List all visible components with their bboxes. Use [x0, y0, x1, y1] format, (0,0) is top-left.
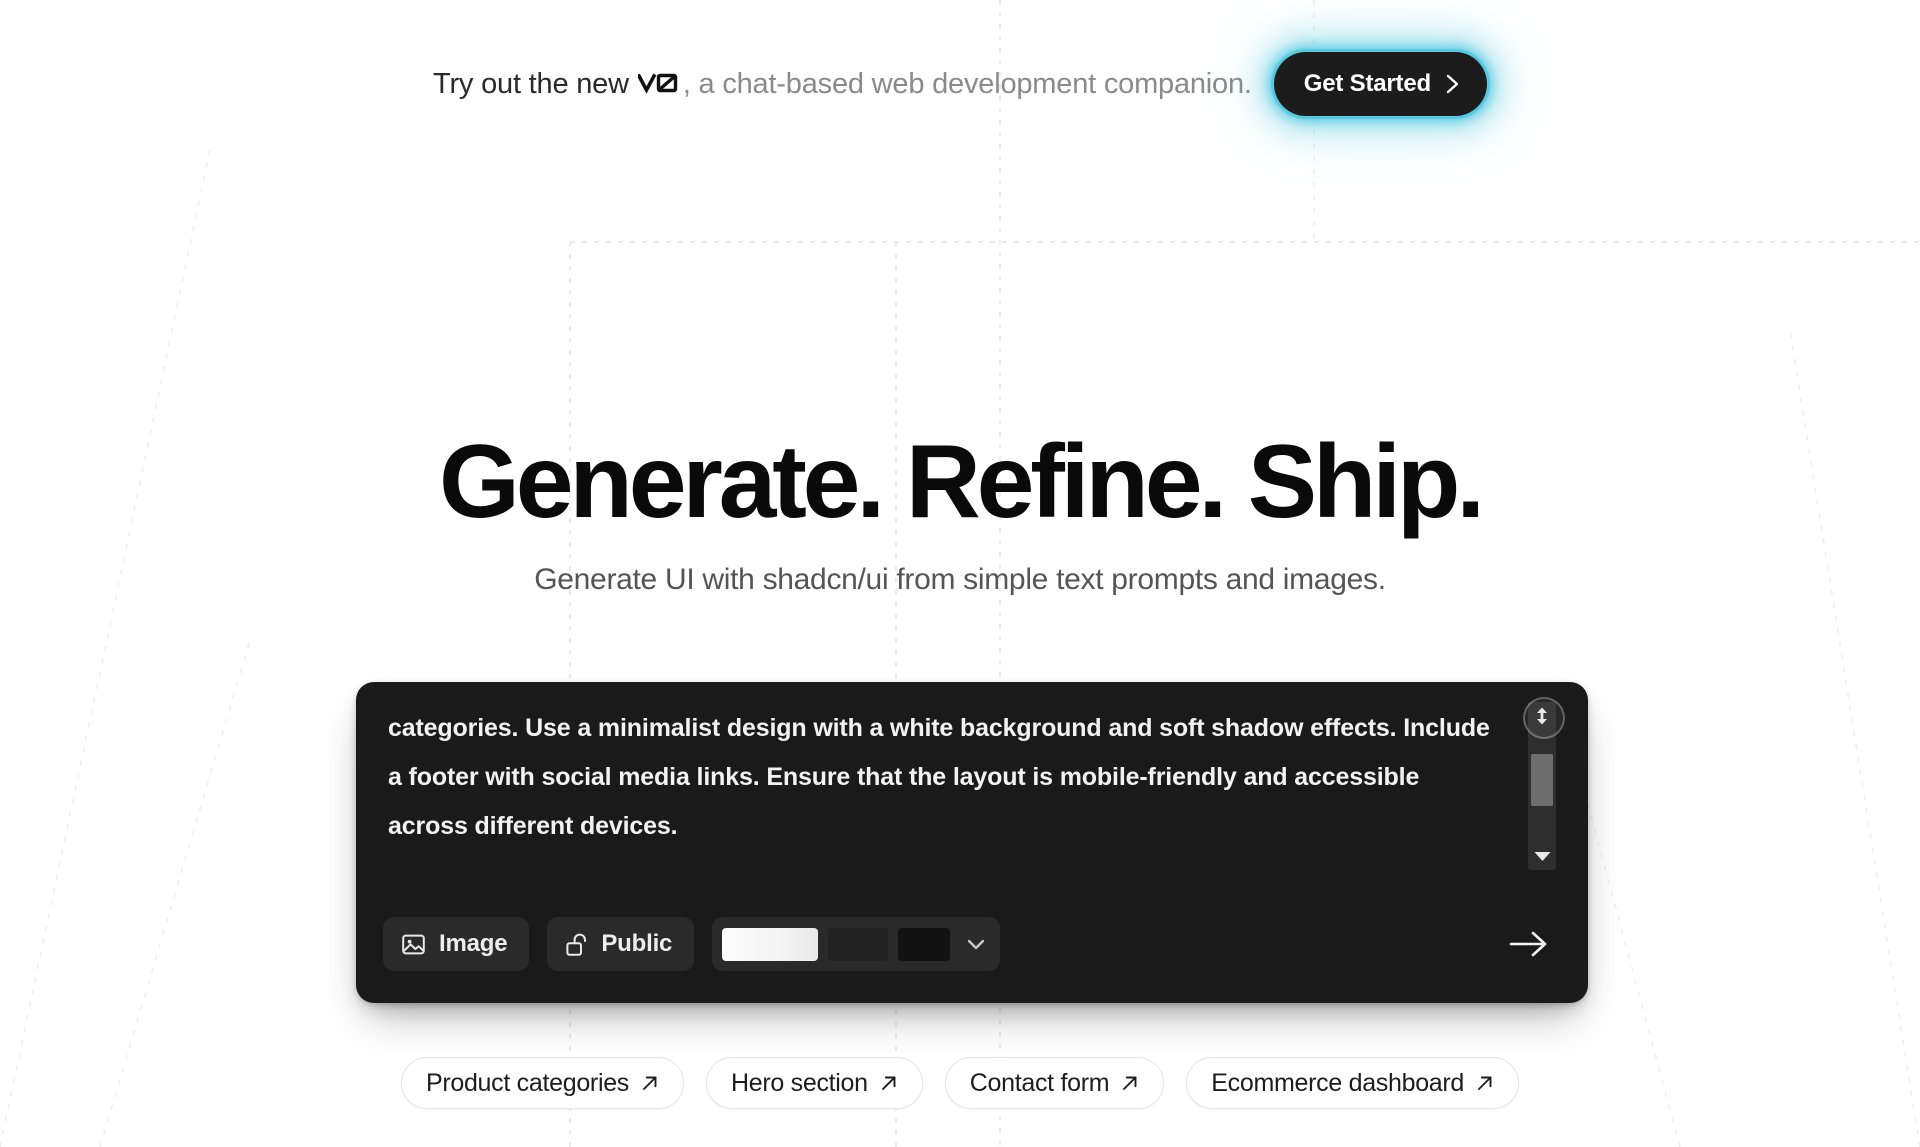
- scrollbar-thumb[interactable]: [1531, 754, 1553, 806]
- suggestion-chip-contact-form[interactable]: Contact form: [944, 1057, 1165, 1109]
- page-subtitle: Generate UI with shadcn/ui from simple t…: [534, 563, 1386, 596]
- banner-message: Try out the new , a chat-based web devel…: [433, 68, 1252, 101]
- submit-prompt-button[interactable]: [1498, 917, 1560, 971]
- unlock-icon: [565, 932, 588, 957]
- triangle-down-icon: [1534, 851, 1551, 862]
- scroll-up-down-icon: [1534, 707, 1550, 725]
- visibility-toggle-button[interactable]: Public: [547, 917, 695, 971]
- prompt-scrollbar[interactable]: [1523, 697, 1565, 870]
- attach-image-button[interactable]: Image: [383, 917, 530, 971]
- arrow-up-right-icon: [1121, 1074, 1139, 1092]
- hero-section: Generate. Refine. Ship. Generate UI with…: [0, 430, 1920, 597]
- suggestion-chip-product-categories[interactable]: Product categories: [400, 1057, 685, 1109]
- scrollbar-up-button[interactable]: [1523, 697, 1565, 739]
- scrollbar-down-button[interactable]: [1528, 842, 1556, 870]
- skeleton-bar-primary: [722, 927, 819, 961]
- chip-label: Product categories: [425, 1068, 630, 1097]
- skeleton-bar-secondary: [828, 927, 889, 961]
- prompt-input-region[interactable]: categories. Use a minimalist design with…: [356, 704, 1588, 884]
- model-selector-loading-skeleton: [722, 927, 951, 961]
- model-selector[interactable]: [712, 917, 1001, 971]
- arrow-up-right-icon: [641, 1074, 659, 1092]
- composer-toolbar: Image Public: [356, 885, 1588, 1003]
- chevron-down-icon: [964, 932, 988, 956]
- page-title: Generate. Refine. Ship.: [439, 424, 1485, 540]
- suggestion-chips: Product categories Hero section Contact …: [0, 1057, 1920, 1109]
- banner-lead-text: Try out the new: [433, 67, 629, 100]
- get-started-label: Get Started: [1303, 70, 1431, 97]
- banner-tail-text: , a chat-based web development companion…: [682, 67, 1252, 100]
- prompt-textarea[interactable]: categories. Use a minimalist design with…: [388, 704, 1496, 851]
- chevron-right-icon: [1445, 72, 1461, 96]
- visibility-label: Public: [601, 930, 673, 957]
- attach-image-label: Image: [439, 930, 508, 957]
- get-started-button[interactable]: Get Started: [1273, 52, 1487, 116]
- suggestion-chip-hero-section[interactable]: Hero section: [706, 1057, 923, 1109]
- chip-label: Hero section: [731, 1068, 868, 1097]
- arrow-right-icon: [1508, 929, 1550, 959]
- arrow-up-right-icon: [1476, 1074, 1494, 1092]
- chip-label: Contact form: [969, 1068, 1110, 1097]
- suggestion-chip-ecommerce-dashboard[interactable]: Ecommerce dashboard: [1186, 1057, 1520, 1109]
- skeleton-bar-tertiary: [898, 927, 951, 961]
- chip-label: Ecommerce dashboard: [1211, 1068, 1465, 1097]
- image-icon: [401, 932, 426, 957]
- v0-logo-icon: [637, 71, 678, 95]
- top-announcement-banner: Try out the new , a chat-based web devel…: [0, 0, 1920, 168]
- prompt-composer[interactable]: categories. Use a minimalist design with…: [356, 682, 1588, 1003]
- arrow-up-right-icon: [880, 1074, 898, 1092]
